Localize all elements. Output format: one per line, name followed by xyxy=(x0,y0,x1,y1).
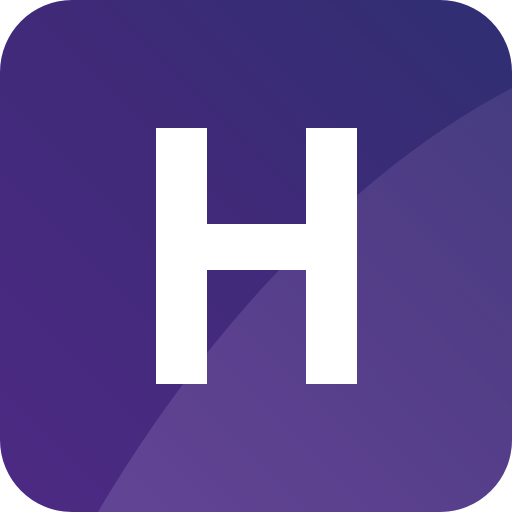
letter-h-logo xyxy=(0,0,512,512)
app-icon[interactable] xyxy=(0,0,512,512)
